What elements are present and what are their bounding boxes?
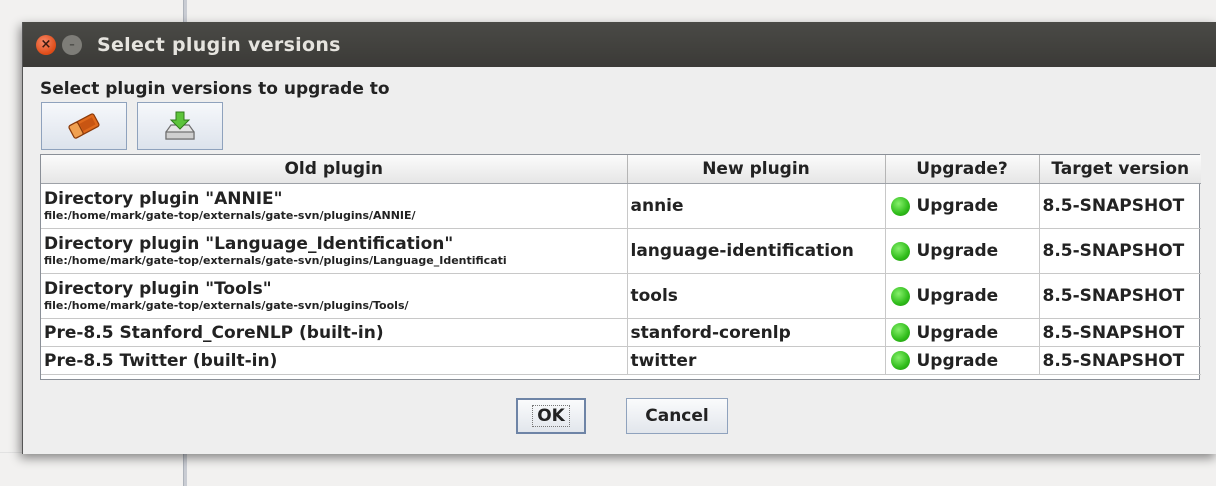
table-row[interactable]: Directory plugin "Tools" file:/home/mark… (41, 273, 1201, 319)
old-plugin-path: file:/home/mark/gate-top/externals/gate-… (44, 253, 507, 267)
old-plugin-cell: Pre-8.5 Twitter (built-in) (41, 346, 628, 375)
background-divider (183, 452, 187, 486)
old-plugin-name: Directory plugin "ANNIE" (44, 188, 283, 209)
dialog-heading: Select plugin versions to upgrade to (40, 79, 390, 99)
status-ok-icon (890, 323, 910, 342)
upgrade-cell[interactable]: Upgrade (885, 228, 1040, 274)
new-plugin-cell: tools (627, 273, 886, 319)
minimize-icon[interactable]: – (62, 34, 82, 55)
upgrade-cell[interactable]: Upgrade (885, 183, 1040, 229)
ok-label: OK (532, 405, 570, 427)
upgrade-cell[interactable]: Upgrade (885, 273, 1040, 319)
column-header-new-plugin[interactable]: New plugin (627, 155, 886, 184)
new-plugin-cell: language-identification (627, 228, 886, 274)
target-version-cell[interactable]: 8.5-SNAPSHOT (1039, 183, 1201, 229)
ok-button[interactable]: OK (516, 398, 586, 434)
old-plugin-name: Directory plugin "Tools" (44, 278, 272, 299)
close-icon[interactable]: × (36, 34, 56, 55)
old-plugin-cell: Directory plugin "ANNIE" file:/home/mark… (41, 183, 628, 229)
old-plugin-path: file:/home/mark/gate-top/externals/gate-… (44, 208, 416, 222)
upgrade-cell[interactable]: Upgrade (885, 318, 1040, 347)
download-icon (165, 111, 195, 140)
new-plugin-cell: twitter (627, 346, 886, 375)
upgrade-label: Upgrade (916, 286, 999, 306)
old-plugin-cell: Directory plugin "Language_Identificatio… (41, 228, 628, 274)
clear-selection-button[interactable] (41, 102, 127, 150)
column-header-target-version[interactable]: Target version (1039, 155, 1201, 184)
old-plugin-path: file:/home/mark/gate-top/externals/gate-… (44, 298, 409, 312)
download-all-button[interactable] (137, 102, 223, 150)
upgrade-cell[interactable]: Upgrade (885, 346, 1040, 375)
plugin-table[interactable]: Old plugin New plugin Upgrade? Target ve… (40, 154, 1201, 380)
table-row[interactable]: Directory plugin "Language_Identificatio… (41, 228, 1201, 274)
select-plugin-versions-dialog: × – Select plugin versions Select plugin… (22, 22, 1216, 454)
background-divider (183, 0, 187, 22)
target-version-cell[interactable]: 8.5-SNAPSHOT (1039, 346, 1201, 375)
table-row[interactable]: Pre-8.5 Twitter (built-in) twitter Upgra… (41, 346, 1201, 375)
status-ok-icon (890, 351, 910, 370)
old-plugin-cell: Pre-8.5 Stanford_CoreNLP (built-in) (41, 318, 628, 347)
target-version-cell[interactable]: 8.5-SNAPSHOT (1039, 273, 1201, 319)
column-header-upgrade[interactable]: Upgrade? (885, 155, 1040, 184)
table-row[interactable]: Directory plugin "ANNIE" file:/home/mark… (41, 183, 1201, 229)
status-ok-icon (890, 286, 910, 306)
window-title: Select plugin versions (97, 33, 341, 56)
upgrade-label: Upgrade (916, 196, 999, 216)
old-plugin-cell: Directory plugin "Tools" file:/home/mark… (41, 273, 628, 319)
column-header-old-plugin[interactable]: Old plugin (41, 155, 628, 184)
upgrade-label: Upgrade (916, 322, 999, 343)
cancel-button[interactable]: Cancel (626, 398, 728, 434)
new-plugin-cell: stanford-corenlp (627, 318, 886, 347)
status-ok-icon (890, 241, 910, 261)
table-row[interactable]: Pre-8.5 Stanford_CoreNLP (built-in) stan… (41, 318, 1201, 347)
target-version-cell[interactable]: 8.5-SNAPSHOT (1039, 228, 1201, 274)
target-version-cell[interactable]: 8.5-SNAPSHOT (1039, 318, 1201, 347)
eraser-icon (68, 113, 100, 139)
upgrade-label: Upgrade (916, 241, 999, 261)
old-plugin-name: Directory plugin "Language_Identificatio… (44, 233, 454, 254)
upgrade-label: Upgrade (916, 350, 999, 371)
new-plugin-cell: annie (627, 183, 886, 229)
status-ok-icon (890, 196, 910, 216)
title-bar[interactable]: × – Select plugin versions (23, 22, 1216, 67)
